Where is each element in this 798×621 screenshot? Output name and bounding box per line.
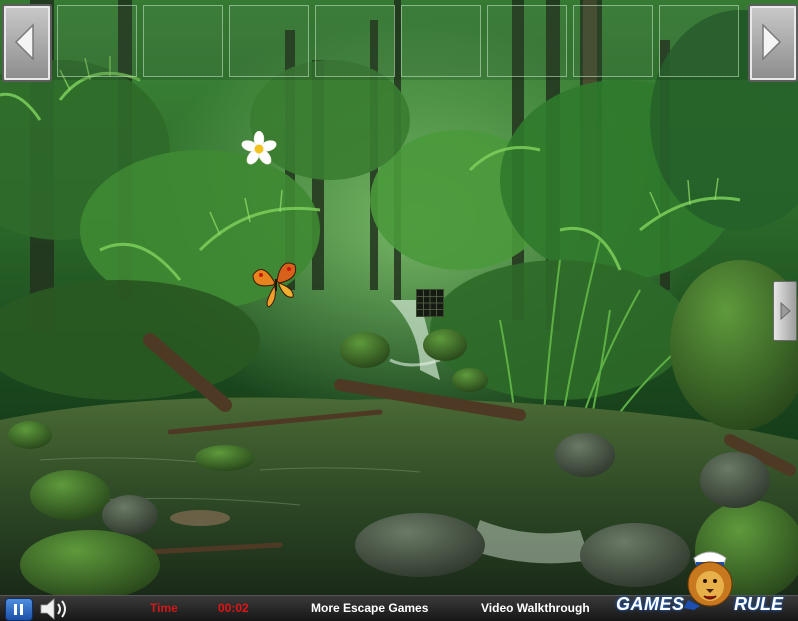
butterfly[interactable] (249, 255, 301, 309)
chevron-left-icon (14, 23, 34, 61)
inventory-slot-8[interactable] (659, 5, 739, 77)
pause-button[interactable] (5, 598, 33, 621)
white-flower[interactable] (241, 130, 277, 167)
butterfly-icon (252, 262, 297, 308)
speaker-icon (40, 598, 66, 620)
inventory-slot-2[interactable] (143, 5, 223, 77)
inventory-slot-4[interactable] (315, 5, 395, 77)
inventory-slot-7[interactable] (573, 5, 653, 77)
lion-mascot-icon (684, 551, 733, 610)
time-value: 00:02 (218, 601, 249, 615)
game-stage: Time 00:02 More Escape Games Video Walkt… (0, 0, 798, 621)
inventory-slot-3[interactable] (229, 5, 309, 77)
inventory-right-arrow[interactable] (748, 4, 798, 82)
number-grid-panel[interactable] (416, 289, 444, 317)
inventory-slot-1[interactable] (57, 5, 137, 77)
inventory-slot-5[interactable] (401, 5, 481, 77)
logo-text-games: GAMES (616, 594, 685, 614)
pause-icon (14, 604, 23, 615)
games-rule-logo[interactable]: GAMES RULE (612, 548, 792, 621)
inventory-slot-6[interactable] (487, 5, 567, 77)
time-label: Time (150, 601, 178, 615)
sound-button[interactable] (38, 597, 70, 621)
grid-icon (417, 290, 443, 316)
chevron-right-icon (762, 23, 782, 61)
jungle-scene (0, 0, 798, 595)
inventory-left-arrow[interactable] (2, 4, 52, 82)
scene-next-arrow[interactable] (773, 281, 797, 341)
logo-text-rule: RULE (734, 594, 783, 614)
more-games-link[interactable]: More Escape Games (311, 601, 428, 615)
chevron-right-icon (780, 302, 791, 320)
video-walkthrough-link[interactable]: Video Walkthrough (481, 601, 590, 615)
flower-icon (241, 130, 277, 165)
